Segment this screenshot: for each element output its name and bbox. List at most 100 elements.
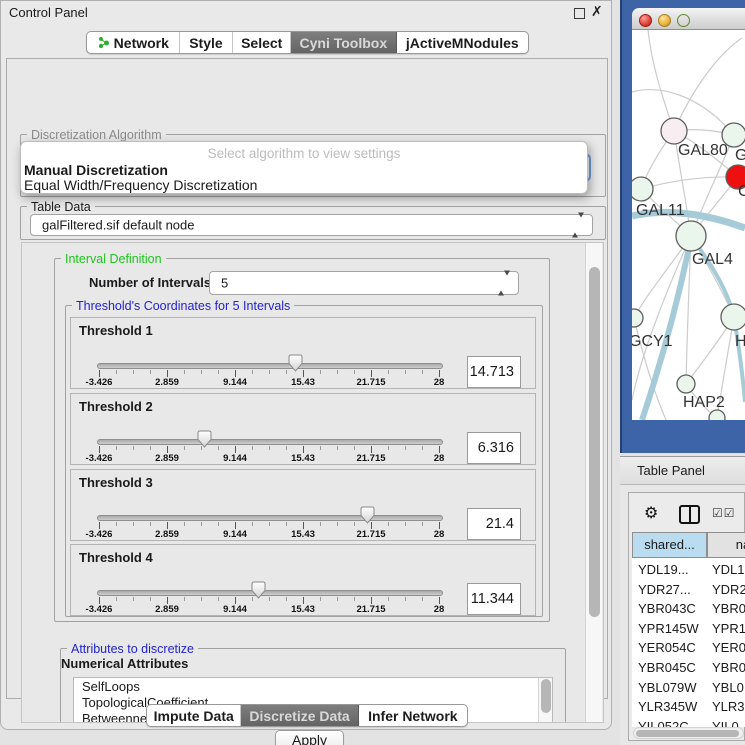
network-canvas[interactable]: GAL80GACGAL11GAL4GCY1HHAP2 [632, 30, 745, 420]
column-header-name[interactable]: name [707, 532, 745, 558]
threshold-panel-2: Threshold 2-3.4262.8599.14415.4321.71528… [70, 393, 536, 465]
tick [184, 597, 185, 601]
close-icon[interactable]: ✗ [591, 3, 603, 20]
tick-label: 15.43 [280, 604, 326, 615]
network-node-hap2[interactable] [677, 375, 695, 393]
table-row[interactable]: YIL052CYIL0 [632, 719, 745, 727]
control-panel-titlebar[interactable]: Control Panel ✗ [1, 1, 613, 24]
zoom-green-light[interactable] [677, 14, 690, 27]
network-node-gcy1[interactable] [632, 309, 643, 327]
settings-gear-icon[interactable]: ⚙ [644, 503, 658, 523]
tick [116, 446, 117, 450]
threshold-slider-thumb[interactable] [288, 354, 303, 377]
threshold-slider-track[interactable] [97, 515, 443, 521]
network-node-h[interactable] [721, 304, 745, 330]
tick [303, 522, 304, 529]
tick [116, 522, 117, 526]
tab-discretize-data[interactable]: Discretize Data [241, 705, 358, 726]
tick-label: 21.715 [348, 453, 394, 464]
table-row[interactable]: YBL079WYBL0 [632, 680, 745, 696]
threshold-slider-thumb[interactable] [197, 430, 212, 453]
tick-label: -3.426 [76, 453, 122, 464]
algorithm-option-manual-discretization[interactable]: Manual Discretization [24, 162, 584, 177]
tab-cyni-toolbox[interactable]: Cyni Toolbox [291, 32, 397, 53]
tick-label: 21.715 [348, 377, 394, 388]
checkbox-pair-icon[interactable]: ☑☑ [712, 506, 736, 520]
network-node-gal80[interactable] [661, 118, 687, 144]
tick [99, 522, 100, 529]
threshold-slider-track[interactable] [97, 363, 443, 369]
tick [252, 446, 253, 450]
scrollbar-thumb[interactable] [636, 730, 739, 737]
table-data-combobox[interactable]: galFiltered.sif default node [30, 214, 593, 236]
horizontal-scrollbar[interactable] [633, 727, 744, 739]
close-red-light[interactable] [639, 14, 652, 27]
tab-style[interactable]: Style [180, 32, 234, 53]
tab-label: Impute Data [154, 708, 234, 724]
table-row[interactable]: YBR045CYBR0 [632, 660, 745, 676]
tab-impute-data[interactable]: Impute Data [147, 705, 241, 726]
threshold-slider-thumb[interactable] [251, 581, 266, 604]
tick [269, 522, 270, 526]
tick [133, 370, 134, 374]
number-of-intervals-label: Number of Intervals [89, 275, 211, 290]
tab-infer-network[interactable]: Infer Network [359, 705, 467, 726]
table-row[interactable]: YLR345WYLR3 [632, 699, 745, 715]
threshold-slider-thumb[interactable] [360, 506, 375, 529]
tick [388, 446, 389, 450]
float-window-icon[interactable] [574, 8, 585, 19]
tick-label: 15.43 [280, 377, 326, 388]
network-window-titlebar[interactable] [632, 8, 745, 30]
tick [235, 522, 236, 529]
number-of-intervals-combobox[interactable]: 5 [209, 271, 519, 295]
tick [303, 446, 304, 453]
tick-label: 9.144 [212, 604, 258, 615]
threshold-slider-track[interactable] [97, 590, 443, 596]
tick [286, 597, 287, 601]
network-node[interactable] [709, 410, 725, 420]
tick-label: 28 [416, 453, 462, 464]
threshold-value-input[interactable]: 11.344 [467, 583, 521, 615]
dropdown-hint: Select algorithm to view settings [21, 146, 587, 161]
threshold-value-input[interactable]: 14.713 [467, 356, 521, 388]
tab-jactivemnodules[interactable]: jActiveMNodules [397, 32, 528, 53]
table-row[interactable]: YER054CYER0 [632, 640, 745, 656]
network-node-gal11[interactable] [632, 177, 653, 201]
threshold-slider-track[interactable] [97, 439, 443, 445]
list-scrollbar[interactable] [538, 678, 552, 723]
tab-select[interactable]: Select [233, 32, 291, 53]
apply-button[interactable]: Apply [275, 730, 344, 745]
tick-label: 21.715 [348, 604, 394, 615]
vertical-scrollbar[interactable] [585, 243, 602, 722]
group-title: Discretization Algorithm [27, 128, 166, 142]
tick [337, 446, 338, 450]
top-tab-bar: NetworkStyleSelectCyni ToolboxjActiveMNo… [86, 31, 529, 54]
algorithm-option-equal-width-frequency-discretization[interactable]: Equal Width/Frequency Discretization [24, 177, 584, 192]
tick [252, 370, 253, 374]
tick [235, 597, 236, 604]
tick [354, 370, 355, 374]
column-split-icon[interactable] [679, 505, 700, 524]
tick [218, 446, 219, 450]
network-node-gal4[interactable] [676, 221, 706, 251]
tick [150, 446, 151, 450]
up-down-arrows-icon [572, 218, 584, 233]
scrollbar-thumb[interactable] [541, 679, 551, 713]
scrollbar-thumb[interactable] [589, 267, 600, 617]
tick [167, 370, 168, 377]
tick-label: 21.715 [348, 529, 394, 540]
window-title: Control Panel [9, 5, 88, 20]
table-row[interactable]: YDR27...YDR2 [632, 582, 745, 598]
tick-label: 2.859 [144, 453, 190, 464]
table-row[interactable]: YDL19...YDL1 [632, 562, 745, 578]
minimize-yellow-light[interactable] [658, 14, 671, 27]
threshold-value-input[interactable]: 6.316 [467, 432, 521, 464]
tab-network[interactable]: Network [87, 32, 180, 53]
tick [269, 446, 270, 450]
table-row[interactable]: YPR145WYPR1 [632, 621, 745, 637]
list-item-selfloops[interactable]: SelfLoops [82, 679, 140, 694]
table-row[interactable]: YBR043CYBR0 [632, 601, 745, 617]
threshold-value-input[interactable]: 21.4 [467, 508, 521, 540]
column-header-shared[interactable]: shared... [632, 532, 707, 558]
tick [371, 370, 372, 377]
